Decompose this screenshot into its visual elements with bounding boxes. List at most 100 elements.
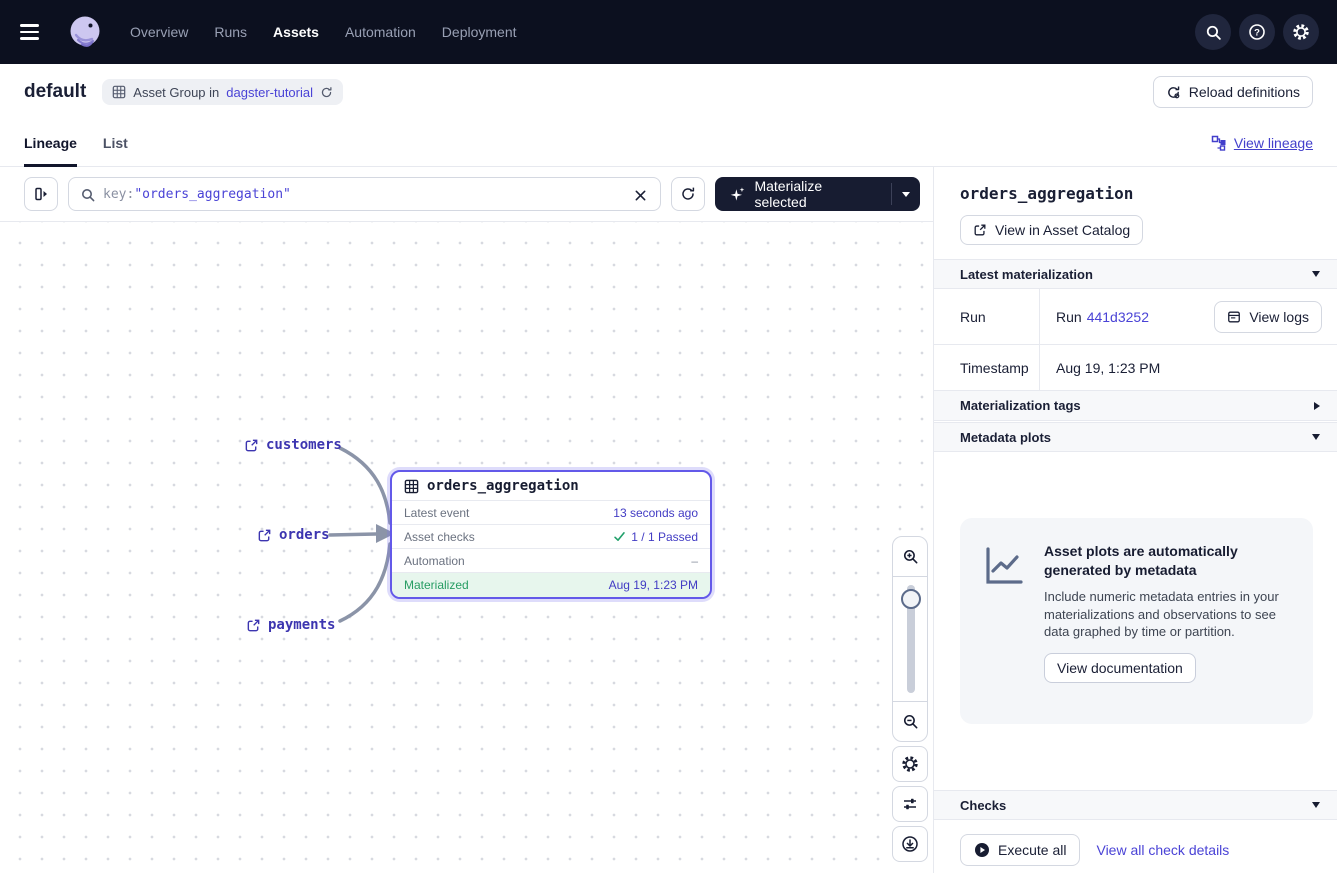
zoom-slider[interactable] — [893, 576, 927, 702]
asset-card-title: orders_aggregation — [427, 478, 579, 494]
run-id-link[interactable]: 441d3252 — [1087, 309, 1149, 325]
checks-actions: Execute all View all check details — [934, 834, 1337, 866]
nav-runs[interactable]: Runs — [214, 24, 247, 40]
materialize-selected-button[interactable]: Materialize selected — [715, 177, 892, 211]
search-button[interactable] — [1195, 14, 1231, 50]
svg-text:?: ? — [1254, 27, 1260, 38]
sparkle-icon — [729, 186, 746, 203]
lineage-toolbar: key:"orders_aggregation" Materialize sel… — [0, 167, 933, 222]
node-label: payments — [268, 617, 335, 633]
panel-expand-icon — [33, 186, 49, 202]
chevron-down-icon — [1312, 434, 1320, 440]
zoom-out-icon — [902, 713, 919, 730]
tab-lineage[interactable]: Lineage — [24, 120, 77, 166]
view-in-asset-catalog-label: View in Asset Catalog — [995, 222, 1130, 238]
section-heading: Latest materialization — [960, 267, 1093, 282]
section-materialization-tags[interactable]: Materialization tags — [934, 391, 1337, 421]
run-row: Run Run 441d3252 View logs — [934, 289, 1337, 345]
section-checks[interactable]: Checks — [934, 790, 1337, 820]
badge-text: Asset Group in — [133, 85, 219, 100]
view-documentation-label: View documentation — [1057, 660, 1183, 676]
zoom-in-button[interactable] — [893, 537, 927, 576]
tab-list[interactable]: List — [103, 120, 128, 166]
node-orders[interactable]: orders — [257, 527, 330, 543]
tab-bar: Lineage List View lineage — [0, 120, 1337, 167]
view-all-check-details-link[interactable]: View all check details — [1096, 842, 1229, 858]
row-value: – — [691, 554, 698, 568]
asset-node-orders-aggregation[interactable]: orders_aggregation Latest event 13 secon… — [390, 470, 712, 599]
timestamp-row: Timestamp Aug 19, 1:23 PM — [934, 345, 1337, 391]
section-latest-materialization[interactable]: Latest materialization — [934, 259, 1337, 289]
row-label: Automation — [404, 554, 465, 568]
nav-overview[interactable]: Overview — [130, 24, 188, 40]
search-value-prefix: key: — [103, 187, 134, 202]
table-icon — [404, 479, 419, 494]
nav-automation[interactable]: Automation — [345, 24, 416, 40]
arrow-down-circle-icon — [901, 835, 919, 853]
help-button[interactable]: ? — [1239, 14, 1275, 50]
external-link-icon — [244, 438, 259, 453]
chevron-down-icon — [1312, 271, 1320, 277]
dagster-logo-icon[interactable] — [66, 13, 104, 51]
node-label: customers — [266, 437, 342, 453]
materialize-dropdown-button[interactable] — [892, 177, 920, 211]
node-payments[interactable]: payments — [246, 617, 335, 633]
recenter-view-button[interactable] — [892, 826, 928, 862]
page-title: default — [24, 81, 86, 103]
node-customers[interactable]: customers — [244, 437, 342, 453]
play-circle-icon — [974, 842, 990, 858]
node-label: orders — [279, 527, 330, 543]
canvas-controls — [892, 536, 928, 862]
asset-search-input[interactable]: key:"orders_aggregation" — [68, 177, 661, 211]
tab-lineage-label: Lineage — [24, 135, 77, 151]
refresh-icon — [680, 186, 696, 202]
asset-group-badge[interactable]: Asset Group in dagster-tutorial — [102, 79, 343, 105]
primary-nav: Overview Runs Assets Automation Deployme… — [130, 24, 517, 40]
timestamp-value: Aug 19, 1:23 PM — [1056, 360, 1160, 376]
panel-asset-title: orders_aggregation — [960, 185, 1321, 203]
tab-list-label: List — [103, 135, 128, 151]
page-header: default Asset Group in dagster-tutorial … — [0, 64, 1337, 120]
zoom-in-icon — [902, 548, 919, 565]
nav-assets[interactable]: Assets — [273, 24, 319, 40]
chevron-down-icon — [902, 192, 910, 197]
section-heading: Metadata plots — [960, 430, 1051, 445]
close-icon — [634, 189, 647, 202]
external-link-icon — [973, 223, 987, 237]
row-label: Latest event — [404, 506, 469, 520]
row-label: Asset checks — [404, 530, 475, 544]
line-chart-icon — [980, 542, 1028, 590]
graph-filters-button[interactable] — [892, 786, 928, 822]
asset-details-panel: orders_aggregation View in Asset Catalog… — [934, 167, 1337, 873]
code-location-link[interactable]: dagster-tutorial — [226, 85, 313, 100]
lineage-canvas[interactable]: customers orders payments orders_aggrega… — [0, 222, 933, 873]
zoom-out-button[interactable] — [893, 702, 927, 741]
zoom-slider-handle[interactable] — [901, 589, 921, 609]
view-logs-button[interactable]: View logs — [1214, 301, 1322, 333]
asset-card-row-automation: Automation – — [392, 548, 710, 572]
search-icon — [80, 187, 96, 203]
asset-card-row-asset-checks: Asset checks 1 / 1 Passed — [392, 524, 710, 548]
view-documentation-button[interactable]: View documentation — [1044, 653, 1196, 683]
view-logs-label: View logs — [1249, 309, 1309, 325]
view-in-asset-catalog-button[interactable]: View in Asset Catalog — [960, 215, 1143, 245]
refresh-graph-button[interactable] — [671, 177, 705, 211]
hamburger-menu-icon[interactable] — [20, 18, 48, 46]
gear-icon — [1292, 23, 1310, 41]
row-value: 1 / 1 Passed — [631, 530, 698, 544]
graph-settings-button[interactable] — [892, 746, 928, 782]
reload-definitions-button[interactable]: Reload definitions — [1153, 76, 1313, 108]
plots-card-body: Include numeric metadata entries in your… — [1044, 588, 1293, 641]
view-lineage-link[interactable]: View lineage — [1211, 120, 1313, 166]
execute-all-button[interactable]: Execute all — [960, 834, 1080, 866]
search-icon — [1205, 24, 1222, 41]
asset-card-row-latest-event: Latest event 13 seconds ago — [392, 500, 710, 524]
settings-button[interactable] — [1283, 14, 1319, 50]
gear-icon — [901, 755, 919, 773]
expand-sidebar-button[interactable] — [24, 177, 58, 211]
section-metadata-plots[interactable]: Metadata plots — [934, 422, 1337, 452]
materialize-selected-label: Materialize selected — [754, 178, 877, 210]
clear-search-button[interactable] — [632, 186, 650, 204]
refresh-icon[interactable] — [320, 86, 333, 99]
nav-deployment[interactable]: Deployment — [442, 24, 517, 40]
